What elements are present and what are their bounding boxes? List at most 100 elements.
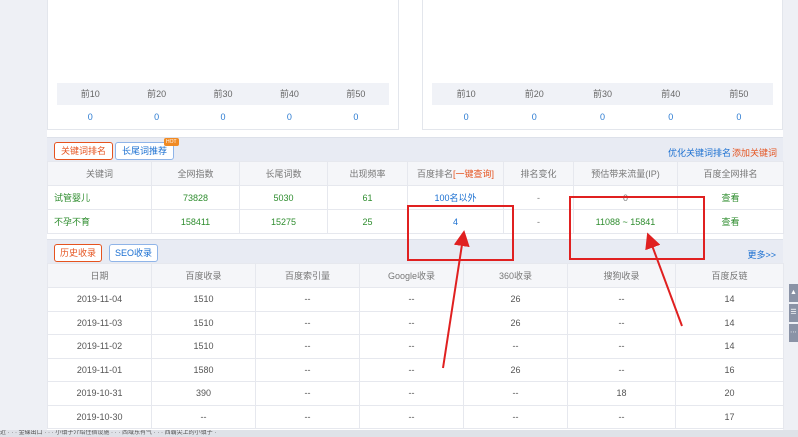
- date-cell: 2019-11-02: [47, 334, 152, 359]
- rank-label: 前30: [213, 89, 233, 99]
- keyword-cell[interactable]: 试管婴儿: [47, 185, 152, 210]
- cell: --: [567, 357, 676, 382]
- baidu-rank-header: 百度排名: [416, 169, 453, 179]
- cell: 14: [675, 334, 784, 359]
- optimize-keyword-link[interactable]: 优化关键词排名: [668, 146, 731, 159]
- change-cell: -: [503, 185, 574, 210]
- history-table: 日期 百度收录 百度索引量 Google收录 360收录 搜狗收录 百度反链 2…: [47, 263, 784, 429]
- freq-cell: 61: [327, 185, 408, 210]
- column-header: 全网指数: [151, 161, 240, 186]
- rank-value[interactable]: 0: [705, 108, 773, 126]
- rank-label: 前30: [593, 89, 613, 99]
- cell: 1580: [151, 357, 256, 382]
- rank-label: 前50: [729, 89, 749, 99]
- rank-value[interactable]: 0: [568, 108, 636, 126]
- column-header: 排名变化: [503, 161, 574, 186]
- cell: --: [255, 357, 360, 382]
- keyword-section-header: 关键词排名 长尾词推荐 HOT 优化关键词排名 添加关键词: [47, 137, 783, 161]
- cell: --: [255, 334, 360, 359]
- date-cell: 2019-11-04: [47, 287, 152, 312]
- cell: --: [567, 404, 676, 429]
- column-header: 百度反链: [675, 263, 784, 288]
- rank-values-left: 0 0 0 0 0: [57, 108, 389, 126]
- feedback-icon[interactable]: ☰: [789, 304, 798, 322]
- rank-panel-right: 前10 前20 前30 前40 前50 0 0 0 0 0: [422, 0, 783, 130]
- column-header: Google收录: [359, 263, 464, 288]
- cell: --: [463, 334, 568, 359]
- rank-values-right: 0 0 0 0 0: [432, 108, 773, 126]
- status-bar-text: 近 · · · 金碟出口 · · · 小镇子介绍住宿设施 · · · 西域东有气…: [0, 430, 217, 436]
- more-link[interactable]: 更多>>: [747, 248, 776, 261]
- column-header: 百度索引量: [255, 263, 360, 288]
- more-icon[interactable]: ⋯: [789, 324, 798, 342]
- rank-value[interactable]: 0: [123, 108, 189, 126]
- rank-label: 前40: [661, 89, 681, 99]
- cell: 14: [675, 310, 784, 335]
- date-cell: 2019-11-03: [47, 310, 152, 335]
- cell: 16: [675, 357, 784, 382]
- cell: --: [255, 381, 360, 406]
- cell: --: [255, 287, 360, 312]
- cell: 26: [463, 357, 568, 382]
- cell: --: [151, 404, 256, 429]
- cell: 17: [675, 404, 784, 429]
- change-cell: -: [503, 209, 574, 234]
- rank-label: 前50: [346, 89, 366, 99]
- cell: 14: [675, 287, 784, 312]
- freq-cell: 25: [327, 209, 408, 234]
- cell: 1510: [151, 310, 256, 335]
- cell: --: [255, 404, 360, 429]
- cell: --: [359, 404, 464, 429]
- table-row: 2019-11-04 1510 -- -- 26 -- 14: [47, 287, 784, 312]
- rank-value[interactable]: 0: [57, 108, 123, 126]
- rank-value[interactable]: 0: [256, 108, 322, 126]
- column-header: 长尾词数: [239, 161, 328, 186]
- rank-value[interactable]: 0: [500, 108, 568, 126]
- column-header: 百度收录: [151, 263, 256, 288]
- add-keyword-link[interactable]: 添加关键词: [732, 146, 777, 159]
- rank-value[interactable]: 0: [432, 108, 500, 126]
- index-cell: 158411: [151, 209, 240, 234]
- one-click-query-link[interactable]: [一键查询]: [453, 169, 494, 179]
- table-row: 2019-11-02 1510 -- -- -- -- 14: [47, 334, 784, 359]
- rank-value[interactable]: 0: [323, 108, 389, 126]
- column-header: 百度全网排名: [677, 161, 784, 186]
- rank-value[interactable]: 0: [637, 108, 705, 126]
- tab-history-index[interactable]: 历史收录: [54, 244, 103, 262]
- cell: 18: [567, 381, 676, 406]
- cell: --: [255, 310, 360, 335]
- longtail-cell: 15275: [239, 209, 328, 234]
- rank-label: 前10: [80, 89, 100, 99]
- cell: 1510: [151, 334, 256, 359]
- status-bar: 近 · · · 金碟出口 · · · 小镇子介绍住宿设施 · · · 西域东有气…: [0, 430, 798, 437]
- tab-keyword-ranking[interactable]: 关键词排名: [54, 142, 114, 160]
- cell: --: [463, 404, 568, 429]
- tab-seo-index[interactable]: SEO收录: [109, 244, 159, 262]
- table-row: 2019-11-03 1510 -- -- 26 -- 14: [47, 310, 784, 335]
- back-to-top-icon[interactable]: ▲: [789, 284, 798, 302]
- cell: --: [359, 357, 464, 382]
- cell: --: [359, 334, 464, 359]
- column-header: 日期: [47, 263, 152, 288]
- column-header: 百度排名[一键查询]: [407, 161, 504, 186]
- column-header: 搜狗收录: [567, 263, 676, 288]
- cell: 26: [463, 287, 568, 312]
- date-cell: 2019-10-31: [47, 381, 152, 406]
- cell: --: [359, 287, 464, 312]
- cell: --: [567, 334, 676, 359]
- cell: 390: [151, 381, 256, 406]
- cell: --: [463, 381, 568, 406]
- cell: 1510: [151, 287, 256, 312]
- rank-value[interactable]: 0: [190, 108, 256, 126]
- annotation-box-traffic: [569, 196, 705, 260]
- column-header: 360收录: [463, 263, 568, 288]
- cell: 20: [675, 381, 784, 406]
- index-cell: 73828: [151, 185, 240, 210]
- table-row: 2019-10-30 -- -- -- -- -- 17: [47, 404, 784, 429]
- keyword-cell[interactable]: 不孕不育: [47, 209, 152, 234]
- column-header: 预估带来流量(IP): [573, 161, 678, 186]
- date-cell: 2019-11-01: [47, 357, 152, 382]
- rank-label: 前40: [279, 89, 299, 99]
- rank-label: 前10: [456, 89, 476, 99]
- rank-labels-right: 前10 前20 前30 前40 前50: [432, 83, 773, 105]
